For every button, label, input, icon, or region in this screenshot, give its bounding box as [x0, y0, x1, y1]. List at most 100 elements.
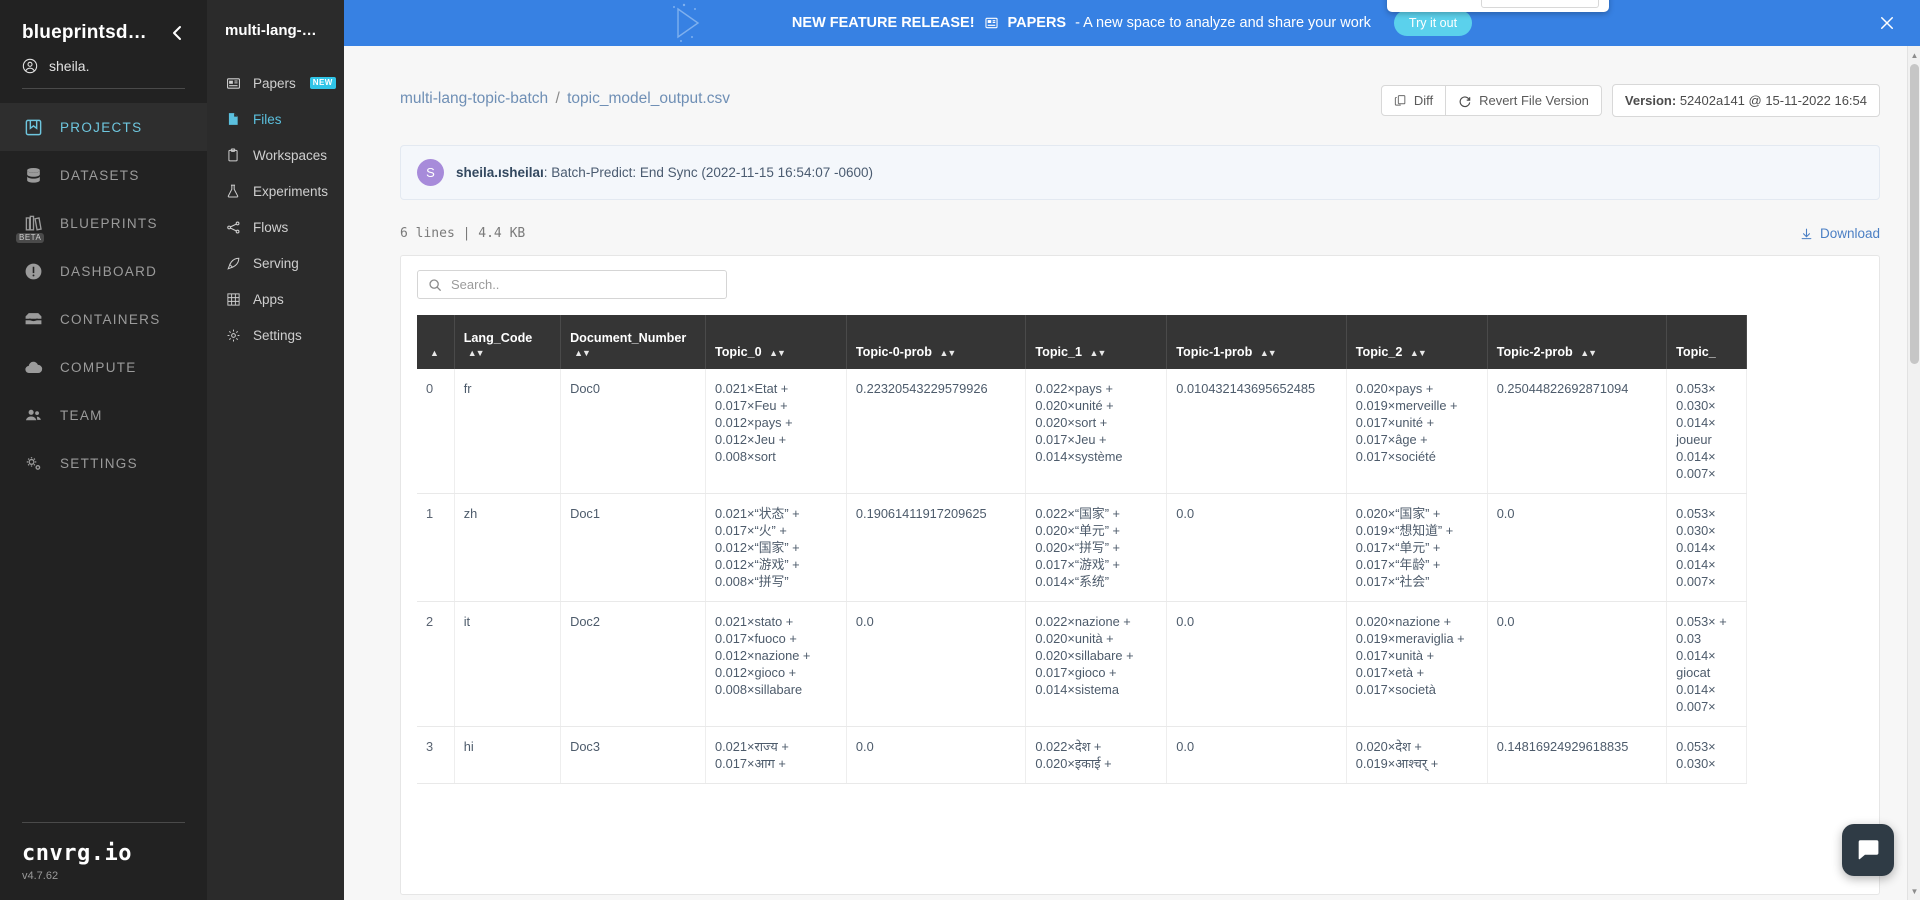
clipboard-icon: [225, 147, 241, 163]
sidebar-item-datasets[interactable]: DATASETS: [0, 151, 207, 199]
gear-icon: [225, 327, 241, 343]
organization-name[interactable]: blueprintsd…: [22, 22, 147, 44]
sidebar-item-flows[interactable]: Flows: [207, 209, 344, 245]
column-header-topic-0[interactable]: Topic_0 ▲▼: [705, 315, 847, 369]
column-header-topic-2[interactable]: Topic_2 ▲▼: [1346, 315, 1488, 369]
table-head: ▲ Lang_Code ▲▼ Document_Number ▲▼ Topic_…: [417, 315, 1747, 369]
cell-topic-2-prob: 0.14816924929618835: [1487, 726, 1668, 785]
close-icon[interactable]: [1878, 14, 1896, 32]
sidebar-item-apps[interactable]: Apps: [207, 281, 344, 317]
sidebar-label-team: TEAM: [60, 407, 103, 423]
search-input[interactable]: [417, 270, 727, 299]
caret-up-icon[interactable]: ▲: [1908, 48, 1920, 62]
app-root: blueprintsd… sheila. PROJECTS DATASETS B…: [0, 0, 1920, 900]
sidebar-header: blueprintsd…: [0, 0, 207, 44]
cell-topic-3: 0.053× + 0.03 0.014× giocat 0.014× 0.007…: [1666, 601, 1747, 728]
sidebar-label-apps: Apps: [253, 291, 284, 307]
sidebar-item-serving[interactable]: Serving: [207, 245, 344, 281]
column-label-topic-0: Topic_0: [714, 345, 762, 359]
sidebar-label-papers: Papers: [253, 75, 296, 91]
content-scrollbar[interactable]: ▲ ▼: [1907, 46, 1920, 900]
sidebar-item-containers[interactable]: CONTAINERS: [0, 295, 207, 343]
table-row[interactable]: 2 it Doc2 0.021×stato + 0.017×fuoco + 0.…: [417, 601, 1747, 728]
column-label-document-number: Document_Number: [570, 331, 687, 345]
cell-topic-1: 0.022×देश + 0.020×इकाई +: [1025, 726, 1168, 785]
papers-icon: [984, 16, 999, 31]
flask-icon: [225, 183, 241, 199]
popup-input-field[interactable]: [1481, 0, 1599, 8]
sidebar-label-project-settings: Settings: [253, 327, 302, 343]
chat-icon[interactable]: [1842, 824, 1894, 876]
sidebar-item-projects[interactable]: PROJECTS: [0, 103, 207, 151]
cell-lang: fr: [454, 369, 562, 495]
cell-topic-0: 0.021×“状态” + 0.017×“火” + 0.012×“国家” + 0.…: [705, 493, 847, 603]
sidebar-item-dashboard[interactable]: DASHBOARD: [0, 247, 207, 295]
sidebar-user[interactable]: sheila.: [0, 44, 207, 74]
sidebar-item-experiments[interactable]: Experiments: [207, 173, 344, 209]
breadcrumb-file-link[interactable]: topic_model_output.csv: [567, 90, 730, 107]
revert-icon: [1458, 94, 1472, 108]
sidebar-item-team[interactable]: TEAM: [0, 391, 207, 439]
dashboard-icon: [22, 260, 44, 282]
column-header-topic-3[interactable]: Topic_: [1666, 315, 1747, 369]
sidebar-label-blueprints: BLUEPRINTS: [60, 215, 158, 231]
content-inner: multi-lang-topic-batch / topic_model_out…: [344, 46, 1920, 895]
cell-doc: Doc1: [560, 493, 706, 603]
sidebar-item-files[interactable]: Files: [207, 101, 344, 137]
sidebar-label-experiments: Experiments: [253, 183, 329, 199]
sidebar-label-dashboard: DASHBOARD: [60, 263, 158, 279]
sidebar-item-compute[interactable]: COMPUTE: [0, 343, 207, 391]
sidebar-item-workspaces[interactable]: Workspaces: [207, 137, 344, 173]
download-button[interactable]: Download: [1800, 226, 1880, 241]
table-row[interactable]: 0 fr Doc0 0.021×Etat + 0.017×Feu + 0.012…: [417, 369, 1747, 495]
sort-icon: ▲▼: [1409, 348, 1427, 358]
sidebar-item-blueprints[interactable]: BETA BLUEPRINTS: [0, 199, 207, 247]
compute-icon: [22, 356, 44, 378]
project-title: multi-lang-…: [225, 22, 317, 39]
column-header-topic-2-prob[interactable]: Topic-2-prob ▲▼: [1487, 315, 1668, 369]
table-row[interactable]: 3 hi Doc3 0.021×राज्य + 0.017×आग + 0.0 0…: [417, 726, 1747, 785]
caret-down-icon[interactable]: ▼: [1908, 884, 1920, 898]
try-it-out-button[interactable]: Try it out: [1393, 10, 1473, 36]
cell-lang: hi: [454, 726, 562, 785]
version-value: 52402a141 @ 15-11-2022 16:54: [1679, 93, 1867, 108]
cell-index: 2: [417, 601, 455, 728]
sidebar-item-project-settings[interactable]: Settings: [207, 317, 344, 353]
sidebar-label-datasets: DATASETS: [60, 167, 140, 183]
version-selector[interactable]: Version: 52402a141 @ 15-11-2022 16:54: [1611, 84, 1880, 117]
papers-icon: [225, 75, 241, 91]
file-stats: 6 lines | 4.4 KB: [400, 226, 526, 241]
diff-button[interactable]: Diff: [1380, 85, 1447, 116]
sort-icon: ▲▼: [939, 348, 956, 358]
column-header-document-number[interactable]: Document_Number ▲▼: [560, 315, 706, 369]
primary-nav: PROJECTS DATASETS BETA BLUEPRINTS DASHBO…: [0, 103, 207, 487]
cell-topic-0-prob: 0.0: [846, 601, 1027, 728]
column-label-topic-2: Topic_2: [1355, 345, 1403, 359]
table-scroll-container[interactable]: ▲ Lang_Code ▲▼ Document_Number ▲▼ Topic_…: [417, 315, 1863, 785]
table-row[interactable]: 1 zh Doc1 0.021×“状态” + 0.017×“火” + 0.012…: [417, 493, 1747, 603]
cell-topic-2-prob: 0.25044822692871094: [1487, 369, 1668, 495]
cell-topic-2-prob: 0.0: [1487, 493, 1668, 603]
sidebar-label-containers: CONTAINERS: [60, 311, 161, 327]
floating-popup-panel[interactable]: [1387, 0, 1609, 12]
main-region: NEW FEATURE RELEASE! PAPERS - A new spac…: [344, 0, 1920, 900]
chevron-left-icon[interactable]: [166, 24, 189, 42]
column-header-index[interactable]: ▲: [417, 315, 455, 369]
content-area: multi-lang-topic-batch / topic_model_out…: [344, 46, 1920, 900]
column-header-topic-0-prob[interactable]: Topic-0-prob ▲▼: [846, 315, 1027, 369]
column-header-topic-1[interactable]: Topic_1 ▲▼: [1025, 315, 1168, 369]
scrollbar-thumb[interactable]: [1910, 64, 1919, 364]
cell-topic-1-prob: 0.0: [1166, 493, 1347, 603]
revert-file-version-button[interactable]: Revert File Version: [1446, 85, 1602, 116]
column-header-topic-1-prob[interactable]: Topic-1-prob ▲▼: [1166, 315, 1347, 369]
sidebar-item-papers[interactable]: Papers NEW: [207, 65, 344, 101]
cell-topic-3: 0.053× 0.030× 0.014× joueur 0.014× 0.007…: [1666, 369, 1747, 495]
banner-message: NEW FEATURE RELEASE! PAPERS - A new spac…: [792, 10, 1473, 36]
breadcrumb-project-link[interactable]: multi-lang-topic-batch: [400, 90, 548, 107]
team-icon: [22, 404, 44, 426]
column-label-topic-3: Topic_: [1676, 345, 1716, 359]
column-header-lang-code[interactable]: Lang_Code ▲▼: [454, 315, 562, 369]
search-icon: [428, 278, 442, 292]
sidebar-item-settings[interactable]: SETTINGS: [0, 439, 207, 487]
table-header-row: ▲ Lang_Code ▲▼ Document_Number ▲▼ Topic_…: [417, 315, 1747, 369]
